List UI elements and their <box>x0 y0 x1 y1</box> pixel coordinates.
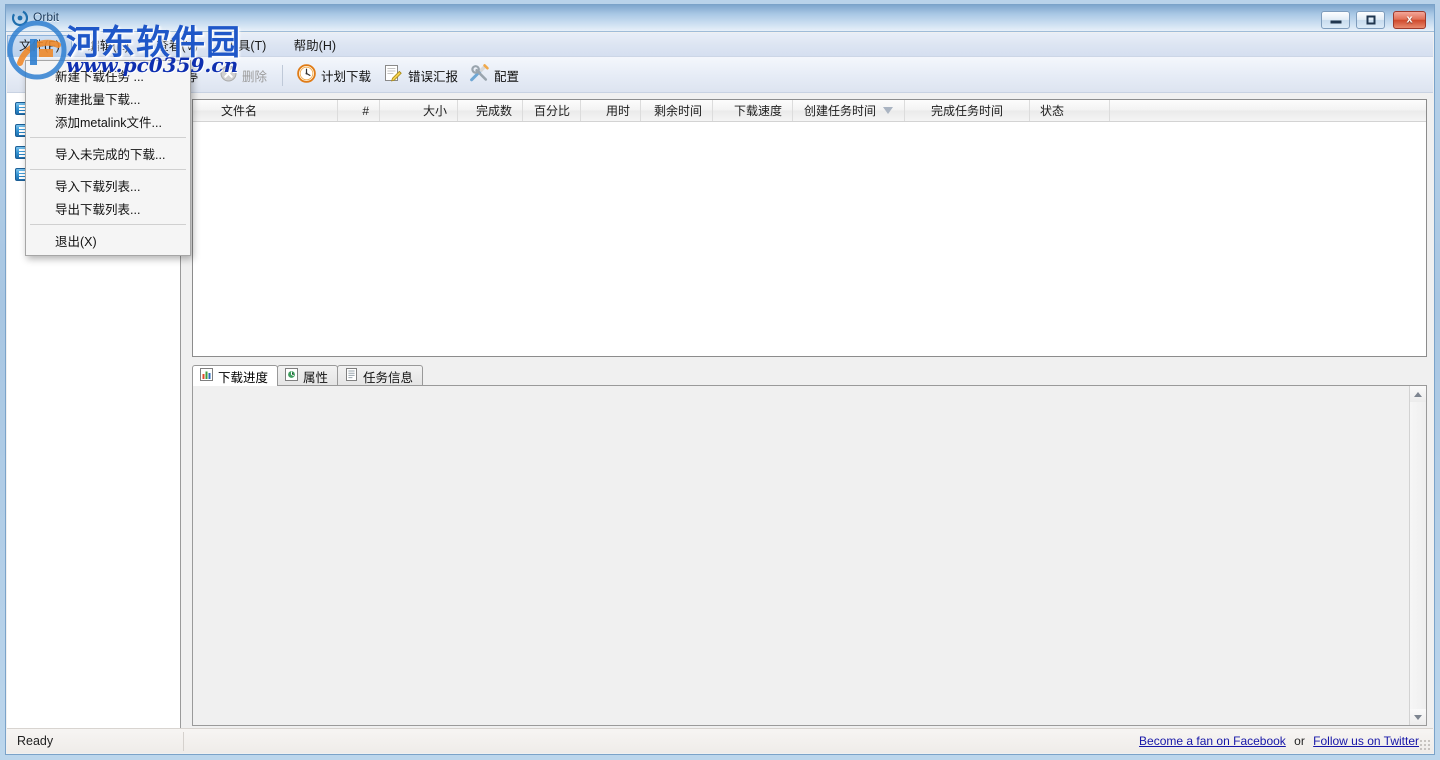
title-bar: Orbit x <box>6 5 1434 32</box>
chevron-up-icon <box>1414 392 1422 397</box>
toolbar-errorreport-label: 错误汇报 <box>408 66 458 85</box>
menu-item-add-metalink[interactable]: 添加metalink文件... <box>26 110 190 133</box>
menu-edit[interactable]: 编辑(E) <box>75 35 141 58</box>
file-dropdown-menu[interactable]: 新建下载任务 ... 新建批量下载... 添加metalink文件... 导入未… <box>25 60 191 256</box>
column-label: 下载速度 <box>734 102 782 119</box>
column-header-index[interactable]: # <box>338 100 380 121</box>
menu-item-import-list[interactable]: 导入下载列表... <box>26 174 190 197</box>
scroll-down-button[interactable] <box>1410 709 1426 725</box>
chart-icon <box>200 368 213 384</box>
menu-item-new-download[interactable]: 新建下载任务 ... <box>26 64 190 87</box>
column-label: 剩余时间 <box>654 102 702 119</box>
column-label: 大小 <box>423 102 447 119</box>
column-label: 创建任务时间 <box>804 102 876 119</box>
toolbar-delete-button[interactable]: 删除 <box>213 62 274 88</box>
delete-icon <box>220 65 237 85</box>
detail-panel: 下载进度 属性 <box>192 365 1427 726</box>
menu-tools[interactable]: 工具(T) <box>213 35 278 58</box>
column-header-status[interactable]: 状态 <box>1030 100 1110 121</box>
column-header-created[interactable]: 创建任务时间 <box>793 100 905 121</box>
toolbar-errorreport-button[interactable]: 错误汇报 <box>377 62 465 88</box>
menu-separator <box>30 137 186 138</box>
column-header-filename[interactable]: 文件名 <box>193 100 338 121</box>
column-label: 文件名 <box>221 102 257 119</box>
twitter-link[interactable]: Follow us on Twitter <box>1313 734 1419 748</box>
task-list-header: 文件名 # 大小 完成数 百分比 用时 剩余时间 下载速度 创建任务时间 完成任… <box>193 100 1426 122</box>
sort-descending-icon <box>883 107 893 114</box>
status-links: Become a fan on Facebook or Follow us on… <box>1139 734 1419 748</box>
toolbar-schedule-button[interactable]: 计划下载 <box>290 62 378 88</box>
chevron-down-icon <box>1414 715 1422 720</box>
close-button[interactable]: x <box>1393 11 1426 29</box>
detail-vertical-scrollbar[interactable] <box>1409 386 1426 725</box>
column-header-speed[interactable]: 下载速度 <box>713 100 793 121</box>
tab-label: 任务信息 <box>363 367 413 386</box>
menu-bar: 文件(F) 编辑(E) 查看(V) 工具(T) 帮助(H) <box>7 33 1433 57</box>
menu-separator <box>30 224 186 225</box>
column-label: 百分比 <box>534 102 570 119</box>
column-header-percent[interactable]: 百分比 <box>523 100 581 121</box>
column-header-size[interactable]: 大小 <box>380 100 458 121</box>
maximize-icon <box>1366 16 1375 25</box>
menu-item-new-batch-download[interactable]: 新建批量下载... <box>26 87 190 110</box>
menu-file[interactable]: 文件(F) <box>7 35 72 58</box>
window-title: Orbit <box>33 10 59 24</box>
menu-help[interactable]: 帮助(H) <box>282 35 348 58</box>
tab-label: 属性 <box>303 367 328 386</box>
column-header-finished[interactable]: 完成任务时间 <box>905 100 1030 121</box>
detail-tab-content <box>192 385 1427 726</box>
toolbar-settings-label: 配置 <box>494 66 519 85</box>
status-text: Ready <box>17 734 53 748</box>
column-header-completed[interactable]: 完成数 <box>458 100 523 121</box>
application-window: Orbit x 文件(F) 编辑(E) 查看(V) 工具(T) 帮助(H) 暂停 <box>0 0 1440 760</box>
menu-view[interactable]: 查看(V) <box>144 35 210 58</box>
status-separator <box>183 732 184 751</box>
menu-item-export-list[interactable]: 导出下载列表... <box>26 197 190 220</box>
column-label: 状态 <box>1040 102 1064 119</box>
column-label: 用时 <box>606 102 630 119</box>
tab-label: 下载进度 <box>218 367 268 386</box>
column-header-filler <box>1110 100 1426 121</box>
menu-separator <box>30 169 186 170</box>
properties-icon <box>285 368 298 384</box>
menu-item-exit[interactable]: 退出(X) <box>26 229 190 252</box>
minimize-icon <box>1330 20 1341 23</box>
tab-task-info[interactable]: 任务信息 <box>337 365 423 386</box>
column-header-remaining[interactable]: 剩余时间 <box>641 100 713 121</box>
menu-item-import-unfinished[interactable]: 导入未完成的下载... <box>26 142 190 165</box>
toolbar-schedule-label: 计划下载 <box>321 66 371 85</box>
tab-properties[interactable]: 属性 <box>277 365 338 386</box>
column-header-elapsed[interactable]: 用时 <box>581 100 641 121</box>
maximize-button[interactable] <box>1356 11 1385 29</box>
tab-download-progress[interactable]: 下载进度 <box>192 365 278 386</box>
app-logo-icon <box>12 10 28 26</box>
window-inner: Orbit x 文件(F) 编辑(E) 查看(V) 工具(T) 帮助(H) 暂停 <box>5 4 1435 755</box>
close-icon: x <box>1406 15 1412 26</box>
link-separator: or <box>1294 734 1305 748</box>
clock-icon <box>297 64 316 86</box>
scroll-up-button[interactable] <box>1410 386 1426 402</box>
body-area: 文件名 # 大小 完成数 百分比 用时 剩余时间 下载速度 创建任务时间 完成任… <box>7 93 1433 728</box>
task-list[interactable]: 文件名 # 大小 完成数 百分比 用时 剩余时间 下载速度 创建任务时间 完成任… <box>192 99 1427 357</box>
status-bar: Ready Become a fan on Facebook or Follow… <box>7 728 1433 753</box>
column-label: 完成数 <box>476 102 512 119</box>
toolbar-delete-label: 删除 <box>242 66 267 85</box>
right-pane: 文件名 # 大小 完成数 百分比 用时 剩余时间 下载速度 创建任务时间 完成任… <box>191 93 1433 728</box>
minimize-button[interactable] <box>1321 11 1350 29</box>
column-label: # <box>362 104 369 118</box>
toolbar-separator <box>282 65 283 86</box>
settings-icon <box>469 64 489 86</box>
column-label: 完成任务时间 <box>931 102 1003 119</box>
toolbar: 暂停 删除 <box>7 57 1433 93</box>
report-icon <box>384 64 403 86</box>
toolbar-settings-button[interactable]: 配置 <box>462 62 526 88</box>
detail-tabstrip: 下载进度 属性 <box>192 365 422 386</box>
info-icon <box>345 368 358 384</box>
resize-grip[interactable] <box>1418 738 1430 750</box>
facebook-link[interactable]: Become a fan on Facebook <box>1139 734 1286 748</box>
